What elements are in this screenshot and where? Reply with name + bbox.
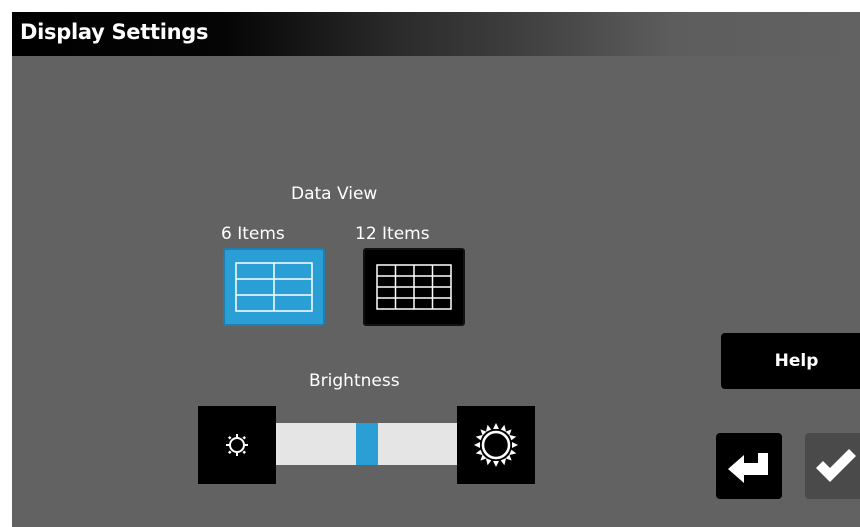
checkmark-icon xyxy=(816,449,856,482)
twelve-items-label: 12 Items xyxy=(355,224,430,244)
return-arrow-icon xyxy=(728,453,768,483)
brightness-label: Brightness xyxy=(309,371,400,391)
brightness-increase-button[interactable] xyxy=(457,406,535,484)
page-title: Display Settings xyxy=(20,20,209,44)
sun-bright-icon xyxy=(474,423,518,467)
sun-dim-icon xyxy=(226,434,248,456)
help-button[interactable]: Help xyxy=(721,333,860,389)
six-items-button[interactable] xyxy=(223,248,325,326)
data-view-label: Data View xyxy=(291,184,378,204)
display-settings-screen: Display Settings Data View 6 Items 12 It… xyxy=(12,12,860,527)
title-bar: Display Settings xyxy=(12,12,860,56)
twelve-items-button[interactable] xyxy=(363,248,465,326)
brightness-slider-thumb[interactable] xyxy=(355,423,378,465)
grid-6-icon xyxy=(235,262,313,312)
grid-12-icon xyxy=(376,264,452,310)
six-items-label: 6 Items xyxy=(221,224,285,244)
back-button[interactable] xyxy=(716,433,782,499)
brightness-decrease-button[interactable] xyxy=(198,406,276,484)
confirm-button[interactable] xyxy=(805,433,860,499)
